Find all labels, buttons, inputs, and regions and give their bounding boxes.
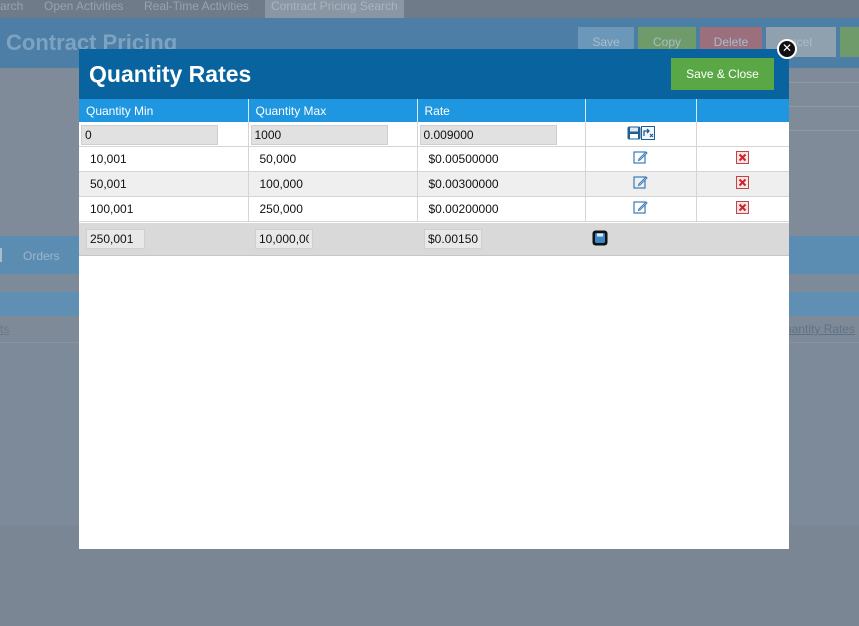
close-icon[interactable]: ✕ xyxy=(777,39,797,59)
quantity-rates-link[interactable]: uantity Rates xyxy=(785,322,855,336)
add-save-icon[interactable] xyxy=(592,230,608,251)
col-actions xyxy=(585,99,697,122)
table-row: 10,001 50,000 $0.00500000 xyxy=(79,146,789,172)
tab-contract-pricing-search[interactable]: Contract Pricing Search xyxy=(265,0,404,18)
new-rate-input[interactable] xyxy=(424,229,482,249)
divider xyxy=(789,82,859,83)
rate-input[interactable] xyxy=(419,125,557,145)
col-rate: Rate xyxy=(417,99,586,122)
quantity-min-cell: 10,001 xyxy=(90,152,127,166)
nav-separator xyxy=(0,248,2,262)
top-tab-bar: arch Open Activities Real-Time Activitie… xyxy=(0,0,859,18)
quantity-min-cell: 50,001 xyxy=(90,177,127,191)
save-close-button[interactable]: Save & Close xyxy=(671,58,774,90)
tab-real-time-activities[interactable]: Real-Time Activities xyxy=(144,0,249,18)
dialog-title: Quantity Rates xyxy=(89,61,252,87)
col-delete xyxy=(696,99,789,122)
col-quantity-min: Quantity Min xyxy=(79,99,249,122)
left-link[interactable]: ts xyxy=(0,322,9,336)
rate-cell: $0.00300000 xyxy=(428,177,499,191)
edit-icon[interactable] xyxy=(633,150,648,168)
table-header-row: Quantity Min Quantity Max Rate xyxy=(79,99,789,122)
quantity-rates-dialog: Quantity Rates Save & Close Quantity Min… xyxy=(79,49,789,549)
quantity-min-input[interactable] xyxy=(81,125,218,145)
extra-button[interactable] xyxy=(840,27,859,57)
quantity-max-cell: 50,000 xyxy=(259,152,297,166)
col-quantity-max: Quantity Max xyxy=(248,99,418,122)
save-icon[interactable] xyxy=(627,126,641,143)
rate-cell: $0.00500000 xyxy=(428,152,499,166)
edit-row xyxy=(79,122,789,147)
rate-cell: $0.00200000 xyxy=(428,202,499,216)
cancel-icon[interactable] xyxy=(640,125,655,143)
dialog-header: Quantity Rates Save & Close xyxy=(79,49,789,99)
quantity-min-cell: 100,001 xyxy=(90,202,134,216)
edit-icon[interactable] xyxy=(633,175,648,193)
delete-icon[interactable] xyxy=(736,176,750,192)
nav-item-orders[interactable]: Orders xyxy=(23,249,60,263)
add-rate-row xyxy=(79,223,789,256)
rates-table: Quantity Min Quantity Max Rate 0 1000 0.… xyxy=(79,99,789,222)
tab-search[interactable]: arch xyxy=(0,0,23,18)
quantity-max-cell: 250,000 xyxy=(259,202,303,216)
quantity-max-input[interactable] xyxy=(250,125,388,145)
new-quantity-min-input[interactable] xyxy=(86,229,145,249)
quantity-max-cell: 100,000 xyxy=(259,177,303,191)
table-row: 50,001 100,000 $0.00300000 xyxy=(79,171,789,197)
delete-icon[interactable] xyxy=(736,151,750,167)
delete-icon[interactable] xyxy=(736,201,750,217)
tab-open-activities[interactable]: Open Activities xyxy=(44,0,123,18)
divider xyxy=(789,130,859,131)
table-row: 100,001 250,000 $0.00200000 xyxy=(79,196,789,222)
divider xyxy=(789,106,859,107)
new-quantity-max-input[interactable] xyxy=(255,229,313,249)
edit-icon[interactable] xyxy=(633,200,648,218)
